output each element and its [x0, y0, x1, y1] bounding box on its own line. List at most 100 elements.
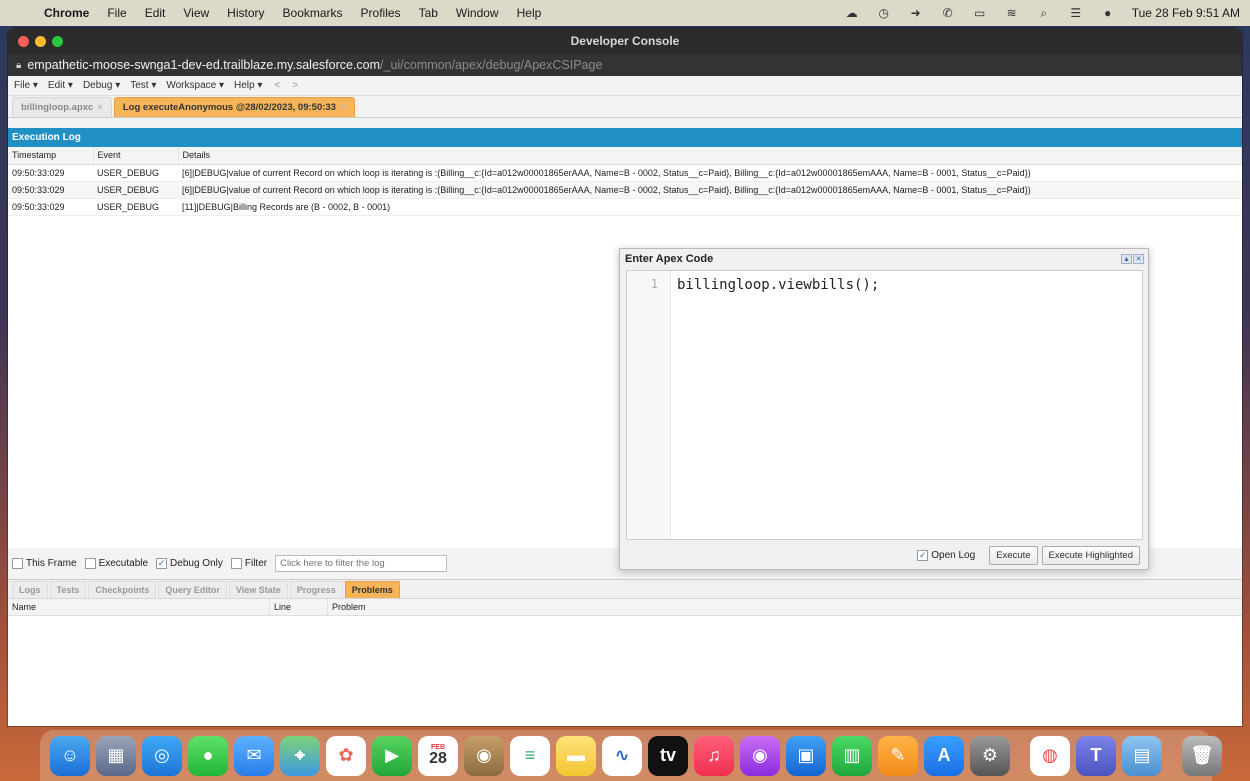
- close-tab-icon[interactable]: ×: [340, 102, 346, 113]
- chrome-icon[interactable]: ◍: [1030, 735, 1070, 776]
- control-center-icon[interactable]: ☰: [1068, 6, 1084, 20]
- menu-help[interactable]: Help: [517, 6, 542, 20]
- executable-checkbox[interactable]: Executable: [84, 557, 148, 569]
- table-row[interactable]: 09:50:33:029 USER_DEBUG [11]|DEBUG|Billi…: [8, 198, 1242, 216]
- preview-icon[interactable]: ▤: [1122, 735, 1162, 776]
- dc-menu-file[interactable]: File ▾: [14, 80, 38, 91]
- tab-billingloop[interactable]: billingloop.apxc ×: [12, 97, 112, 117]
- column-event[interactable]: Event: [93, 147, 179, 165]
- menu-profiles[interactable]: Profiles: [361, 6, 401, 20]
- teams-icon[interactable]: T: [1076, 735, 1116, 776]
- apex-code-editor[interactable]: 1 billingloop.viewbills();: [626, 270, 1143, 540]
- tab-view-state[interactable]: View State: [228, 581, 288, 598]
- this-frame-checkbox[interactable]: This Frame: [12, 557, 77, 569]
- column-problem[interactable]: Problem: [328, 599, 1242, 615]
- reminders-icon[interactable]: ≡: [510, 735, 550, 776]
- execute-highlighted-button[interactable]: Execute Highlighted: [1041, 545, 1140, 565]
- filter-checkbox[interactable]: Filter: [230, 557, 267, 569]
- music-icon[interactable]: ♫: [694, 735, 734, 776]
- finder-icon[interactable]: ☺: [50, 735, 90, 776]
- arrow-icon[interactable]: ➜: [908, 6, 924, 20]
- back-arrow-icon[interactable]: <: [274, 80, 280, 91]
- dc-menu-debug[interactable]: Debug ▾: [83, 80, 120, 91]
- notes-icon[interactable]: ▬: [556, 735, 596, 776]
- appstore-icon[interactable]: A: [924, 735, 964, 776]
- photos-icon[interactable]: ✿: [326, 735, 366, 776]
- table-row[interactable]: 09:50:33:029 USER_DEBUG [6]|DEBUG|value …: [8, 181, 1242, 199]
- apple-icon[interactable]: [16, 6, 30, 20]
- siri-icon[interactable]: ●: [1100, 6, 1116, 20]
- url-host[interactable]: empathetic-moose-swnga1-dev-ed.trailblaz…: [27, 58, 380, 72]
- tab-progress[interactable]: Progress: [289, 581, 343, 598]
- safari-icon[interactable]: ◎: [142, 735, 182, 776]
- menu-edit[interactable]: Edit: [145, 6, 166, 20]
- battery-icon[interactable]: ▭: [972, 6, 988, 20]
- contacts-icon[interactable]: ◉: [464, 735, 504, 776]
- menu-chrome[interactable]: Chrome: [44, 6, 89, 20]
- tab-query-editor[interactable]: Query Editor: [158, 581, 227, 598]
- keynote-icon[interactable]: ▣: [786, 735, 826, 776]
- menu-bookmarks[interactable]: Bookmarks: [283, 6, 343, 20]
- dialog-header: Enter Apex Code ▲ ✕: [620, 249, 1148, 269]
- menu-history[interactable]: History: [227, 6, 264, 20]
- url-path[interactable]: /_ui/common/apex/debug/ApexCSIPage: [380, 58, 602, 72]
- menu-window[interactable]: Window: [456, 6, 499, 20]
- wifi-icon[interactable]: ≋: [1004, 6, 1020, 20]
- menu-file[interactable]: File: [107, 6, 126, 20]
- open-log-checkbox[interactable]: ✓ Open Log: [917, 549, 975, 561]
- close-window-button[interactable]: [18, 35, 29, 47]
- freeform-icon[interactable]: ∿: [602, 735, 642, 776]
- minimize-window-button[interactable]: [35, 35, 46, 47]
- pages-icon[interactable]: ✎: [878, 735, 918, 776]
- phone-icon[interactable]: ✆: [940, 6, 956, 20]
- dc-menu-edit[interactable]: Edit ▾: [48, 80, 73, 91]
- checkbox-unchecked-icon[interactable]: [84, 557, 96, 569]
- checkbox-unchecked-icon[interactable]: [12, 557, 23, 569]
- column-details[interactable]: Details: [178, 147, 1242, 165]
- menu-tab[interactable]: Tab: [419, 6, 438, 20]
- mail-icon[interactable]: ✉: [234, 735, 274, 776]
- messages-icon[interactable]: ●: [188, 735, 228, 776]
- facetime-icon[interactable]: ▶: [372, 735, 412, 776]
- tab-log-execute-anonymous[interactable]: Log executeAnonymous @28/02/2023, 09:50:…: [113, 97, 355, 117]
- tv-icon[interactable]: tv: [648, 735, 688, 776]
- search-icon[interactable]: ⌕: [1036, 6, 1052, 20]
- column-name[interactable]: Name: [8, 599, 270, 615]
- checkbox-checked-icon[interactable]: ✓: [156, 557, 168, 569]
- calendar-icon[interactable]: FEB 28: [418, 735, 458, 776]
- code-line[interactable]: billingloop.viewbills();: [671, 271, 879, 539]
- checkbox-unchecked-icon[interactable]: [230, 557, 242, 569]
- debug-only-checkbox[interactable]: ✓ Debug Only: [156, 557, 223, 569]
- dc-menu-test[interactable]: Test ▾: [130, 80, 156, 91]
- forward-arrow-icon[interactable]: >: [292, 80, 298, 91]
- execute-button[interactable]: Execute: [989, 545, 1038, 565]
- checkbox-checked-icon[interactable]: ✓: [917, 549, 929, 561]
- tab-checkpoints[interactable]: Checkpoints: [88, 581, 157, 598]
- log-filter-input[interactable]: [275, 554, 448, 572]
- row-details: [11]|DEBUG|Billing Records are (B - 0002…: [178, 198, 1242, 216]
- tab-problems[interactable]: Problems: [344, 581, 400, 598]
- dc-menu-workspace[interactable]: Workspace ▾: [166, 80, 224, 91]
- maps-icon[interactable]: ⌖: [280, 735, 320, 776]
- table-row[interactable]: 09:50:33:029 USER_DEBUG [6]|DEBUG|value …: [8, 164, 1242, 182]
- menu-view[interactable]: View: [183, 6, 209, 20]
- cloud-icon[interactable]: ☁: [844, 6, 860, 20]
- podcasts-icon[interactable]: ◉: [740, 735, 780, 776]
- trash-icon[interactable]: 🗑︎: [1182, 735, 1222, 776]
- settings-icon[interactable]: ⚙: [970, 735, 1010, 776]
- column-timestamp[interactable]: Timestamp: [8, 147, 94, 165]
- address-bar[interactable]: 🔒︎ empathetic-moose-swnga1-dev-ed.trailb…: [8, 54, 1242, 76]
- maximize-window-button[interactable]: [52, 35, 63, 47]
- column-line[interactable]: Line: [270, 599, 328, 615]
- macos-menu-bar: Chrome File Edit View History Bookmarks …: [0, 0, 1250, 26]
- dc-menu-help[interactable]: Help ▾: [234, 80, 262, 91]
- numbers-icon[interactable]: ▥: [832, 735, 872, 776]
- tab-tests[interactable]: Tests: [49, 581, 87, 598]
- close-icon[interactable]: ✕: [1133, 254, 1144, 264]
- time-machine-icon[interactable]: ◷: [876, 6, 892, 20]
- expand-icon[interactable]: ▲: [1121, 254, 1132, 264]
- launchpad-icon[interactable]: ▦: [96, 735, 136, 776]
- close-tab-icon[interactable]: ×: [97, 102, 103, 113]
- menu-clock[interactable]: Tue 28 Feb 9:51 AM: [1132, 6, 1240, 20]
- tab-logs[interactable]: Logs: [12, 581, 48, 598]
